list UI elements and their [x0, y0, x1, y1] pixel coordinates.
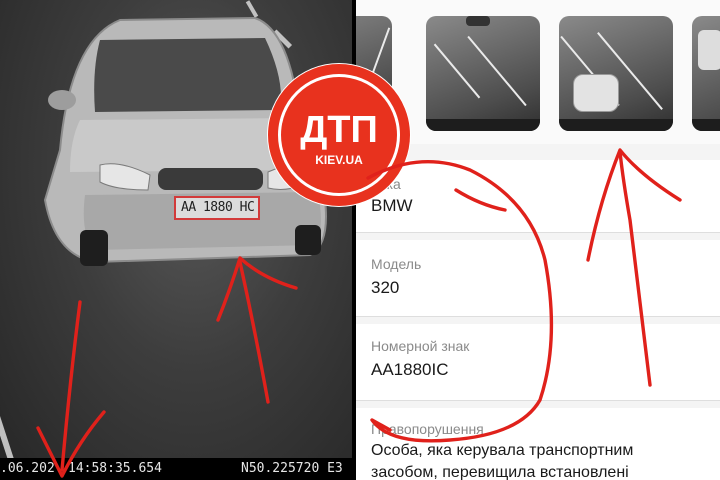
violation-line: засобом, перевищила встановлені	[371, 464, 629, 480]
field-plate-number: Номерной знак AA1880IC	[356, 324, 720, 401]
field-label-plate: Номерной знак	[371, 338, 470, 354]
license-plate-detection-box: AA 1880 HC	[174, 196, 260, 220]
logo-title: ДТП	[300, 109, 378, 151]
timestamp-time: 14:58:35.654	[68, 461, 162, 476]
camera-timestamp-bar: .06.202 14:58:35.654 N50.225720 E3	[0, 458, 352, 480]
field-label-model: Модель	[371, 256, 422, 272]
violation-line: Особа, яка керувала транспортним	[371, 442, 634, 459]
logo-site: KIEV.UA	[315, 153, 363, 167]
car-thumbnail	[573, 74, 619, 112]
field-violation: Правопорушення Особа, яка керувала транс…	[356, 408, 720, 480]
license-plate-text: AA 1880 HC	[181, 200, 255, 215]
dtp-kiev-logo: ДТП KIEV.UA	[267, 63, 411, 207]
field-value-model: 320	[371, 278, 400, 297]
field-value-violation: Особа, яка керувала транспортним засобом…	[371, 440, 711, 480]
photo-thumbnail[interactable]	[692, 16, 720, 131]
timestamp-date: .06.202	[0, 461, 55, 476]
photo-thumbnail[interactable]	[559, 16, 673, 131]
gps-coordinates: N50.225720 E3	[241, 461, 343, 476]
field-label-violation: Правопорушення	[371, 421, 484, 437]
photo-thumbnail[interactable]	[426, 16, 540, 131]
field-value-plate: AA1880IC	[371, 360, 449, 379]
field-model: Модель 320	[356, 240, 720, 317]
